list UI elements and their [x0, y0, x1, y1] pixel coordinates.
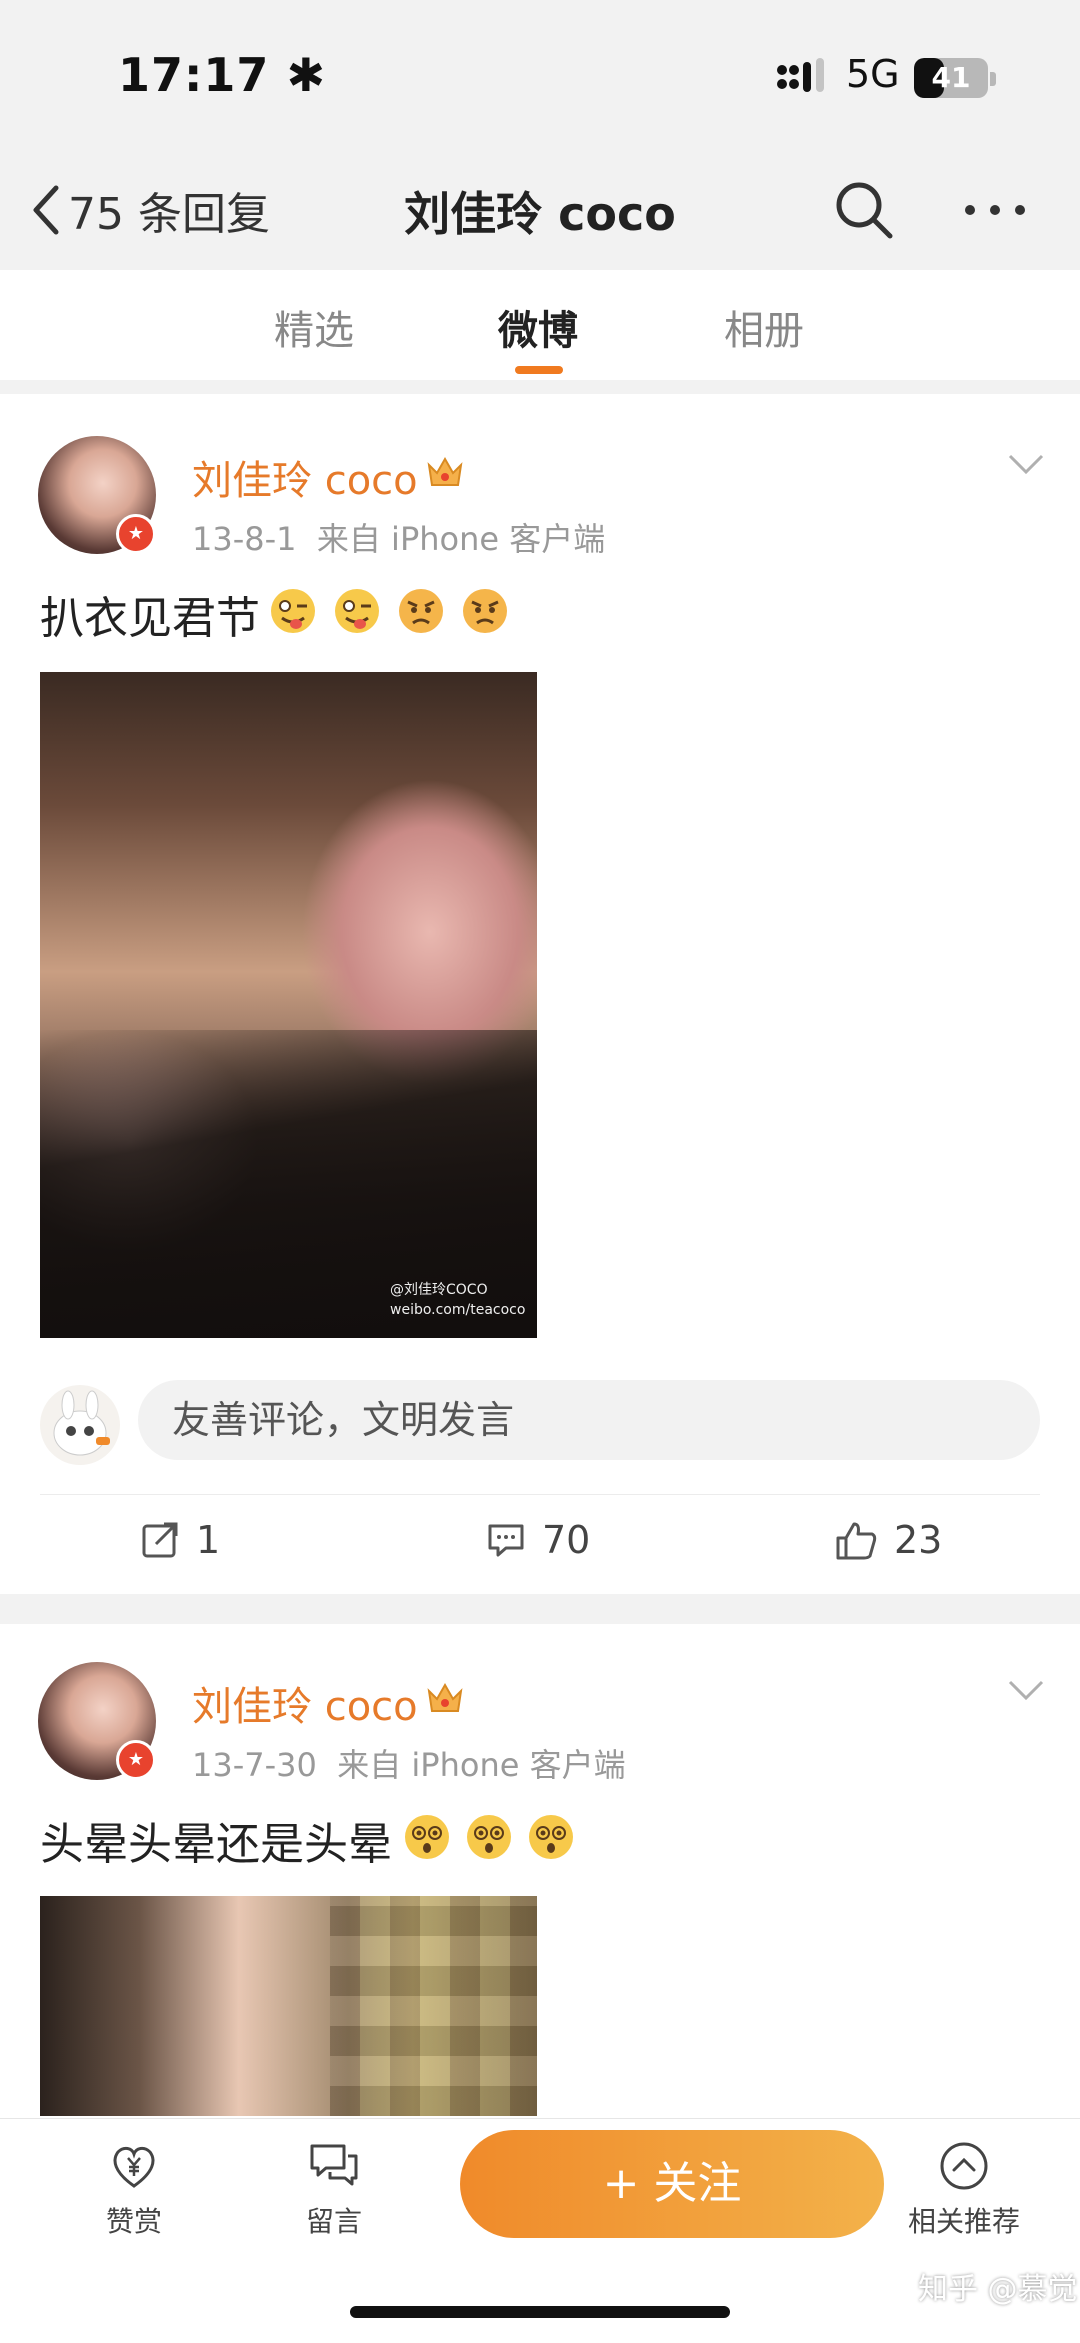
tab-weibo[interactable]: 微博 — [498, 298, 578, 356]
dizzy-emoji-icon — [467, 1815, 511, 1859]
comment-button[interactable]: 70 — [486, 1510, 590, 1570]
post-text: 扒衣见君节 — [40, 593, 260, 644]
message-label: 留言 — [305, 2205, 362, 2238]
crown-icon — [427, 456, 463, 486]
comment-count: 70 — [542, 1518, 591, 1562]
rabbit-avatar-icon — [53, 1390, 110, 1456]
chevron-up-circle-icon — [940, 2142, 988, 2190]
repost-count: 1 — [196, 1518, 221, 1562]
comment-input[interactable]: 友善评论，文明发言 — [138, 1380, 1040, 1460]
dizzy-emoji-icon — [529, 1815, 573, 1859]
battery-icon: 41 — [914, 58, 988, 98]
chevron-left-icon — [33, 185, 59, 235]
search-icon[interactable] — [832, 178, 896, 242]
crown-icon — [427, 1682, 463, 1712]
tongue-wink-emoji-icon — [271, 589, 315, 633]
photo-mosaic — [330, 1896, 537, 2116]
more-icon[interactable] — [960, 190, 1030, 230]
related-label: 相关推荐 — [907, 2205, 1020, 2238]
photo-watermark: @刘佳玲COCO weibo.com/teacoco — [390, 1282, 526, 1318]
watermark-credit: 知乎 @慕觉 — [918, 2272, 1078, 2307]
page-title: 刘佳玲 coco — [404, 187, 676, 241]
chevron-down-icon[interactable] — [1006, 452, 1046, 476]
post-text: 头晕头晕还是头晕 — [40, 1819, 392, 1870]
back-label: 75 条回复 — [68, 189, 270, 240]
verified-badge-icon: ★ — [116, 1740, 156, 1780]
post-divider — [0, 1594, 1080, 1624]
repost-button[interactable]: 1 — [140, 1510, 220, 1570]
status-time: 17:17 ✱ — [118, 48, 326, 102]
tip-label: 赞赏 — [105, 2205, 162, 2238]
battery-tip — [990, 72, 996, 86]
network-type: 5G — [846, 52, 900, 96]
message-icon — [310, 2144, 358, 2186]
post-emoji-row — [402, 1812, 576, 1862]
tongue-wink-emoji-icon — [335, 589, 379, 633]
angry-emoji-icon — [463, 589, 507, 633]
section-divider — [0, 380, 1080, 394]
post-meta: 13-7-30 来自 iPhone 客户端 — [192, 1746, 626, 1784]
thumbs-up-icon — [836, 1522, 877, 1560]
dizzy-emoji-icon — [405, 1815, 449, 1859]
chevron-down-icon[interactable] — [1006, 1678, 1046, 1702]
tip-button[interactable]: 赞赏 — [64, 2140, 204, 2240]
repost-icon — [142, 1522, 178, 1558]
post-username[interactable]: 刘佳玲 coco — [192, 448, 418, 506]
active-tab-indicator — [515, 366, 563, 374]
verified-badge-icon: ★ — [116, 514, 156, 554]
comment-icon — [488, 1524, 524, 1557]
post-username[interactable]: 刘佳玲 coco — [192, 1674, 418, 1732]
my-avatar — [40, 1385, 120, 1465]
post-meta: 13-8-1 来自 iPhone 客户端 — [192, 520, 606, 558]
like-button[interactable]: 23 — [834, 1510, 942, 1570]
follow-button[interactable]: + 关注 — [460, 2130, 884, 2238]
tab-featured[interactable]: 精选 — [274, 298, 354, 356]
message-button[interactable]: 留言 — [264, 2140, 404, 2240]
heart-yen-icon — [113, 2146, 155, 2188]
angry-emoji-icon — [399, 589, 443, 633]
back-button[interactable]: 75 条回复 — [30, 182, 270, 240]
post-emoji-row — [268, 586, 510, 636]
divider — [40, 1494, 1040, 1495]
like-count: 23 — [894, 1518, 943, 1562]
home-indicator — [350, 2306, 730, 2318]
tab-album[interactable]: 相册 — [724, 298, 804, 356]
signal-icon — [777, 58, 824, 92]
related-button[interactable]: 相关推荐 — [894, 2140, 1034, 2240]
